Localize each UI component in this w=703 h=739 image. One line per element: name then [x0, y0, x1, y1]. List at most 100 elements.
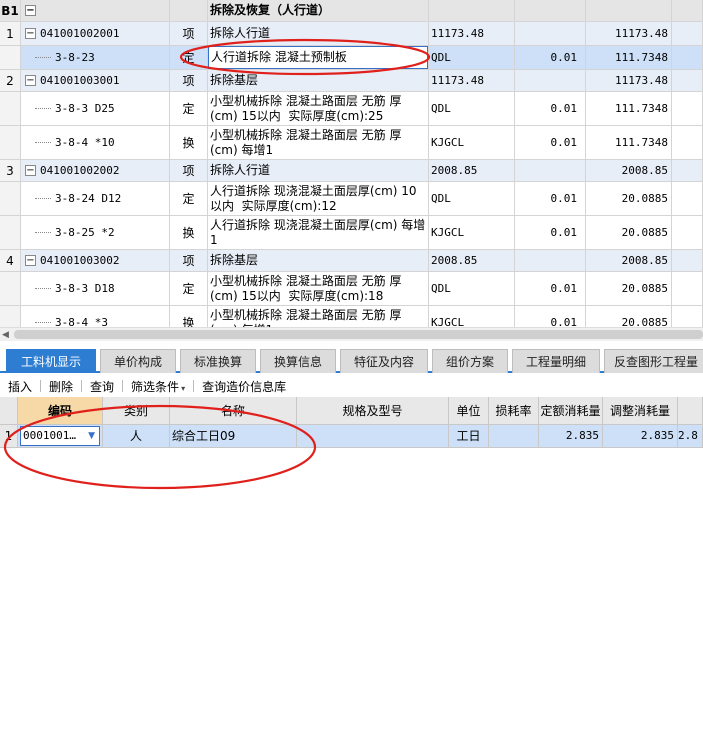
row-index — [0, 46, 21, 70]
tab-quantity-detail[interactable]: 工程量明细 — [512, 349, 600, 373]
category-cell: 人 — [103, 425, 170, 448]
quota-row[interactable]: 3-8-24 D12 定人行道拆除 现浇混凝土面层厚(cm) 10以内 实际厚度(… — [0, 182, 703, 216]
code-cell: 3-8-4 *10 — [21, 126, 170, 160]
extra-cell: 2.8 — [678, 425, 703, 448]
tree-connector — [35, 142, 51, 143]
tab-features[interactable]: 特征及内容 — [340, 349, 428, 373]
collapse-icon[interactable]: − — [25, 255, 36, 266]
row-index — [0, 306, 21, 327]
total-cell: 11173.48 — [586, 22, 672, 46]
name-cell: 小型机械拆除 混凝土路面层 无筋 厚(cm) 15以内 实际厚度(cm):25 — [208, 92, 429, 126]
extra-cell — [672, 272, 703, 306]
type-cell: 定 — [170, 272, 208, 306]
unit-cell: KJGCL — [429, 306, 515, 327]
bill-item-row[interactable]: 3−041001002002 项拆除人行道 2008.85 2008.85 — [0, 160, 703, 182]
quota-row[interactable]: 3-8-3 D25 定小型机械拆除 混凝土路面层 无筋 厚(cm) 15以内 实际… — [0, 92, 703, 126]
tab-reverse-lookup[interactable]: 反查图形工程量 — [604, 349, 703, 373]
type-cell: 项 — [170, 250, 208, 272]
name-cell[interactable]: 人行道拆除 混凝土预制板 — [208, 46, 429, 70]
filter-label: 筛选条件 — [131, 379, 180, 394]
section-header-row[interactable]: B1 − 拆除及恢复（人行道） — [0, 0, 703, 22]
name-cell: 拆除人行道 — [208, 160, 429, 182]
insert-button[interactable]: 插入 — [0, 378, 40, 395]
tree-connector — [35, 57, 51, 58]
extra-cell — [672, 22, 703, 46]
name-edit-input[interactable]: 人行道拆除 混凝土预制板 — [208, 46, 428, 69]
collapse-icon[interactable]: − — [25, 75, 36, 86]
scrollbar-thumb[interactable] — [14, 330, 703, 339]
tab-resource-display[interactable]: 工料机显示 — [6, 349, 96, 373]
quota-row[interactable]: 3-8-3 D18 定小型机械拆除 混凝土路面层 无筋 厚(cm) 15以内 实际… — [0, 272, 703, 306]
name-cell: 小型机械拆除 混凝土路面层 无筋 厚(cm) 15以内 实际厚度(cm):18 — [208, 272, 429, 306]
resource-grid: 编码 类别 名称 规格及型号 单位 损耗率 定额消耗量 调整消耗量 1 0001… — [0, 397, 703, 449]
type-cell: 项 — [170, 22, 208, 46]
tab-unit-price[interactable]: 单价构成 — [100, 349, 176, 373]
name-cell: 小型机械拆除 混凝土路面层 无筋 厚(cm) 每增1 — [208, 306, 429, 327]
delete-button[interactable]: 删除 — [41, 378, 81, 395]
quota-row[interactable]: 3-8-4 *3 换小型机械拆除 混凝土路面层 无筋 厚(cm) 每增1KJGCL… — [0, 306, 703, 327]
collapse-icon[interactable]: − — [25, 5, 36, 16]
bill-item-row[interactable]: 4−041001003002 项拆除基层 2008.85 2008.85 — [0, 250, 703, 272]
tree-connector — [35, 198, 51, 199]
col-quota-consume[interactable]: 定额消耗量 — [539, 397, 603, 425]
unit-cell: 工日 — [449, 425, 489, 448]
tab-conversion-info[interactable]: 换算信息 — [260, 349, 336, 373]
code-text: 3-8-4 *3 — [55, 316, 108, 327]
total-cell: 11173.48 — [586, 70, 672, 92]
unit-cell: QDL — [429, 272, 515, 306]
code-text: 3-8-3 D18 — [55, 282, 115, 295]
col-unit[interactable]: 单位 — [449, 397, 489, 425]
extra-cell — [672, 250, 703, 272]
col-code[interactable]: 编码 — [18, 397, 103, 425]
type-cell: 项 — [170, 160, 208, 182]
bill-item-row[interactable]: 1−041001002001 项拆除人行道 11173.48 11173.48 — [0, 22, 703, 46]
col-category[interactable]: 类别 — [103, 397, 170, 425]
row-index — [0, 126, 21, 160]
tree-connector — [35, 232, 51, 233]
col-loss[interactable]: 损耗率 — [489, 397, 539, 425]
tab-standard-conversion[interactable]: 标准换算 — [180, 349, 256, 373]
qty-cell: 0.01 — [515, 216, 586, 250]
qty-cell: 0.01 — [515, 306, 586, 327]
unit-cell: 11173.48 — [429, 70, 515, 92]
resource-row[interactable]: 1 0001001… ▼ 人 综合工日09 工日 2.835 2.835 2.8 — [0, 425, 703, 448]
price-library-button[interactable]: 查询造价信息库 — [194, 378, 294, 395]
type-cell: 换 — [170, 126, 208, 160]
tab-pricing-scheme[interactable]: 组价方案 — [432, 349, 508, 373]
name-cell: 拆除人行道 — [208, 22, 429, 46]
extra-cell — [672, 92, 703, 126]
bill-item-row[interactable]: 2−041001003001 项拆除基层 11173.48 11173.48 — [0, 70, 703, 92]
scroll-left-icon[interactable]: ◀ — [2, 330, 9, 340]
total-cell: 111.7348 — [586, 92, 672, 126]
extra-cell — [672, 182, 703, 216]
col-spec[interactable]: 规格及型号 — [297, 397, 449, 425]
loss-cell — [489, 425, 539, 448]
row-index: 3 — [0, 160, 21, 182]
row-index: 2 — [0, 70, 21, 92]
code-cell: 3-8-3 D25 — [21, 92, 170, 126]
adjusted-consume-cell: 2.835 — [603, 425, 678, 448]
unit-cell: QDL — [429, 92, 515, 126]
extra-cell — [672, 216, 703, 250]
quota-row[interactable]: 3-8-23 定人行道拆除 混凝土预制板 QDL 0.01 111.7348 — [0, 46, 703, 70]
name-cell: 拆除基层 — [208, 70, 429, 92]
query-button[interactable]: 查询 — [82, 378, 122, 395]
qty-cell: 0.01 — [515, 272, 586, 306]
total-cell: 20.0885 — [586, 272, 672, 306]
quota-row[interactable]: 3-8-4 *10 换小型机械拆除 混凝土路面层 无筋 厚(cm) 每增1 KJGC… — [0, 126, 703, 160]
collapse-icon[interactable]: − — [25, 28, 36, 39]
total-cell: 20.0885 — [586, 182, 672, 216]
extra-cell — [672, 70, 703, 92]
quota-row[interactable]: 3-8-25 *2 换人行道拆除 现浇混凝土面层厚(cm) 每增1 KJGCL 0.0… — [0, 216, 703, 250]
code-cell: −041001002001 — [21, 22, 170, 46]
chevron-down-icon[interactable]: ▼ — [88, 430, 95, 442]
quota-consume-cell: 2.835 — [539, 425, 603, 448]
code-combobox[interactable]: 0001001… ▼ — [20, 426, 100, 446]
col-adjusted-consume[interactable]: 调整消耗量 — [603, 397, 678, 425]
col-name[interactable]: 名称 — [170, 397, 297, 425]
filter-dropdown[interactable]: 筛选条件 ▾ — [123, 378, 193, 395]
horizontal-scrollbar[interactable]: ◀ — [0, 327, 703, 341]
total-cell: 2008.85 — [586, 160, 672, 182]
row-index — [0, 92, 21, 126]
collapse-icon[interactable]: − — [25, 165, 36, 176]
